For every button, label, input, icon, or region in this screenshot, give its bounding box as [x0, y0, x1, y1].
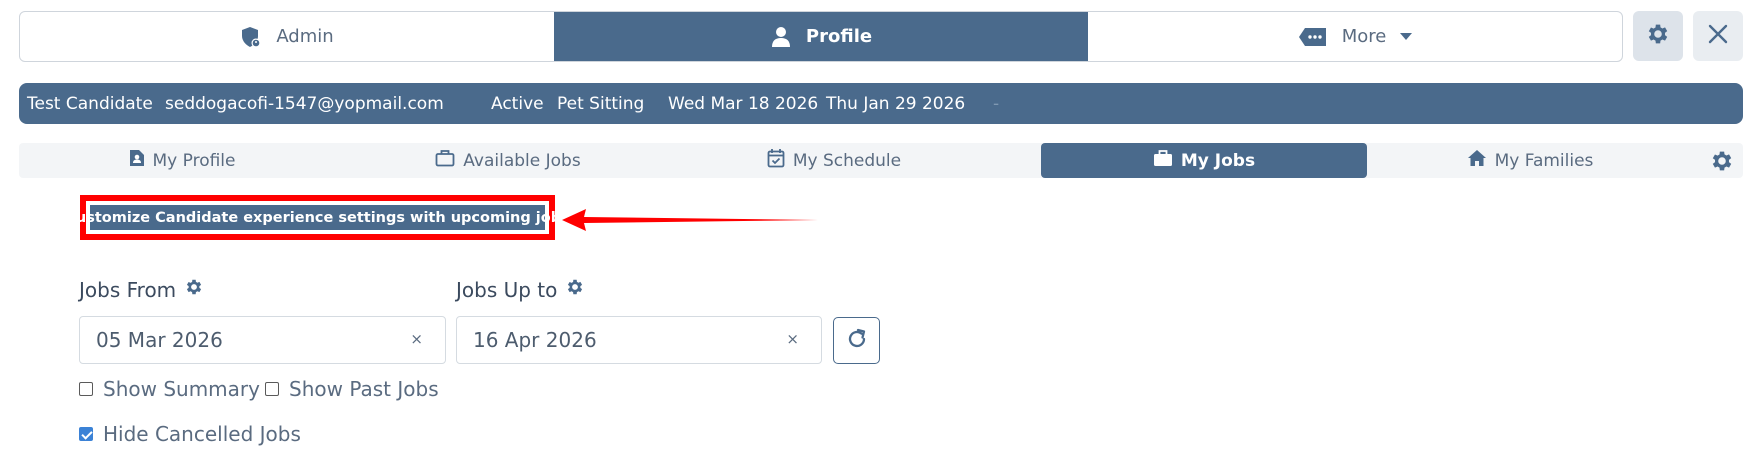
admin-label: Admin [276, 26, 334, 47]
settings-button[interactable] [1633, 11, 1683, 61]
jobs-from-date-input[interactable]: 05 Mar 2026 × [79, 316, 446, 364]
annotation-arrow [562, 209, 818, 231]
profile-label: Profile [805, 26, 873, 47]
jobs-up-to-label-row: Jobs Up to [456, 277, 585, 302]
admin-shield-icon [240, 26, 262, 48]
jobs-from-label: Jobs From [79, 277, 177, 302]
tab-my-profile[interactable]: My Profile [19, 143, 345, 178]
gear-icon [1645, 21, 1671, 51]
show-past-jobs-label: Show Past Jobs [289, 377, 439, 401]
tab-label: Available Jobs [463, 150, 581, 171]
tab-label: My Families [1494, 150, 1594, 171]
jobs-up-to-date-input[interactable]: 16 Apr 2026 × [456, 316, 822, 364]
candidate-service: Pet Sitting [557, 93, 645, 114]
admin-tab[interactable]: Admin [20, 12, 554, 61]
candidate-email: seddogacofi-1547@yopmail.com [165, 93, 444, 114]
tab-my-families[interactable]: My Families [1367, 143, 1693, 178]
jobs-from-gear-icon[interactable] [184, 277, 204, 302]
highlight-box: Customize Candidate experience settings … [65, 195, 570, 240]
tab-label: My Profile [152, 150, 236, 171]
more-label: More [1341, 26, 1387, 47]
show-summary-checkbox[interactable] [79, 382, 93, 396]
more-tab[interactable]: More [1088, 12, 1622, 61]
candidate-date-2: Thu Jan 29 2026 [826, 93, 966, 114]
briefcase-icon [1153, 149, 1173, 172]
hide-cancelled-jobs-checkbox[interactable] [79, 427, 93, 441]
briefcase-outline-icon [435, 149, 455, 172]
candidate-info-bar: Test Candidate seddogacofi-1547@yopmail.… [19, 83, 1743, 124]
calendar-check-icon [767, 148, 785, 173]
tab-label: My Schedule [792, 150, 902, 171]
close-button[interactable] [1693, 11, 1743, 61]
jobs-from-label-row: Jobs From [79, 277, 204, 302]
jobs-up-to-label: Jobs Up to [456, 277, 558, 302]
jobs-from-clear-icon[interactable]: × [410, 330, 423, 348]
tab-available-jobs[interactable]: Available Jobs [345, 143, 671, 178]
show-summary-label: Show Summary [103, 377, 260, 401]
refresh-button[interactable] [833, 317, 880, 364]
customize-experience-button[interactable]: Customize Candidate experience settings … [65, 205, 570, 230]
jobs-up-to-gear-icon[interactable] [565, 277, 585, 302]
candidate-status: Active [491, 93, 544, 114]
jobs-from-value: 05 Mar 2026 [96, 328, 223, 352]
jobs-up-to-clear-icon[interactable]: × [786, 330, 799, 348]
hide-cancelled-jobs-checkbox-row[interactable]: Hide Cancelled Jobs [79, 422, 301, 446]
show-past-jobs-checkbox[interactable] [265, 382, 279, 396]
home-icon [1467, 149, 1487, 172]
user-icon [770, 26, 792, 48]
tab-settings-gear-icon[interactable] [1709, 148, 1735, 178]
hide-cancelled-jobs-label: Hide Cancelled Jobs [103, 422, 301, 446]
id-card-icon [129, 149, 145, 172]
profile-tab[interactable]: Profile [554, 12, 1088, 61]
tab-label: My Jobs [1180, 150, 1256, 171]
tab-my-schedule[interactable]: My Schedule [671, 143, 997, 178]
close-icon [1708, 24, 1728, 48]
refresh-icon [845, 327, 869, 355]
tab-my-jobs[interactable]: My Jobs [1041, 143, 1367, 178]
show-past-jobs-checkbox-row[interactable]: Show Past Jobs [265, 377, 439, 401]
candidate-date-1: Wed Mar 18 2026 [668, 93, 819, 114]
show-summary-checkbox-row[interactable]: Show Summary [79, 377, 260, 401]
jobs-up-to-value: 16 Apr 2026 [473, 328, 597, 352]
info-separator: - [993, 93, 1000, 114]
candidate-name: Test Candidate [27, 93, 153, 114]
tag-dots-icon [1298, 27, 1328, 47]
profile-tabs: My Profile Available Jobs My Schedule My… [19, 143, 1743, 178]
top-nav: Admin Profile More [19, 11, 1623, 62]
caret-down-icon [1400, 32, 1413, 41]
